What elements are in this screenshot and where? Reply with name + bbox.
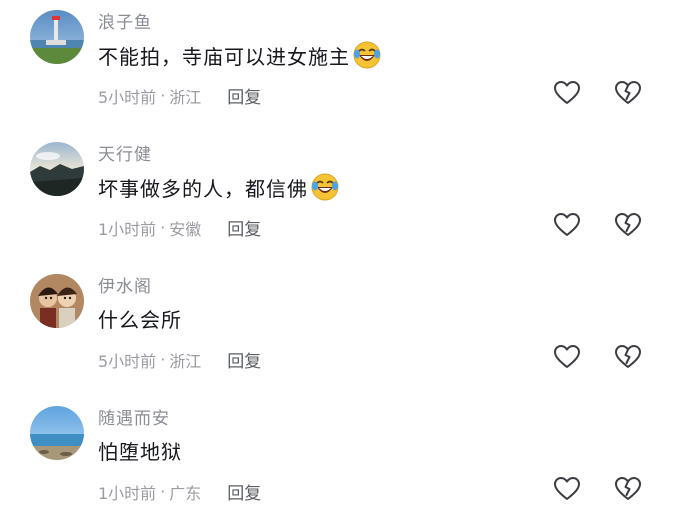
avatar[interactable] — [30, 406, 84, 460]
like-button[interactable] — [552, 474, 582, 504]
comment-text: 不能拍，寺庙可以进女施主 — [98, 44, 350, 69]
avatar-image — [30, 406, 84, 460]
comment-list: 浪子鱼 不能拍，寺庙可以进女施主 5小时前 · 浙江 回复 天行健 坏事做多的人… — [0, 0, 680, 519]
comment-meta: 1小时前 · 安徽 回复 — [98, 215, 261, 240]
timestamp: 1小时前 — [98, 483, 157, 503]
location: 安徽 — [169, 219, 202, 239]
location: 浙江 — [169, 87, 202, 107]
username[interactable]: 浪子鱼 — [98, 8, 152, 33]
avatar[interactable] — [30, 274, 84, 328]
laughing-crying-emoji-icon — [310, 172, 340, 202]
heart-outline-icon — [554, 213, 580, 236]
avatar-image — [30, 10, 84, 64]
comment-text-row: 坏事做多的人，都信佛 — [98, 172, 340, 202]
comment-text: 坏事做多的人，都信佛 — [98, 176, 308, 201]
reply-button[interactable]: 回复 — [227, 347, 261, 372]
avatar[interactable] — [30, 10, 84, 64]
reply-button[interactable]: 回复 — [227, 479, 261, 504]
meta-separator: · — [160, 350, 166, 369]
heart-outline-icon — [554, 345, 580, 368]
dislike-button[interactable] — [613, 210, 643, 240]
like-button[interactable] — [552, 78, 582, 108]
heart-outline-icon — [554, 477, 580, 500]
laughing-crying-emoji-icon — [352, 40, 382, 70]
comment-text: 什么会所 — [98, 308, 182, 332]
timestamp: 5小时前 — [98, 87, 157, 107]
like-button[interactable] — [552, 342, 582, 372]
username[interactable]: 随遇而安 — [98, 404, 170, 429]
broken-heart-outline-icon — [615, 477, 641, 500]
timestamp: 5小时前 — [98, 351, 157, 371]
timestamp: 1小时前 — [98, 219, 157, 239]
meta-separator: · — [160, 218, 166, 237]
reply-button[interactable]: 回复 — [227, 83, 261, 108]
meta-separator: · — [160, 482, 166, 501]
comment-meta: 5小时前 · 浙江 回复 — [98, 347, 261, 372]
username[interactable]: 伊水阁 — [98, 272, 152, 297]
avatar[interactable] — [30, 142, 84, 196]
comment-meta: 1小时前 · 广东 回复 — [98, 479, 261, 504]
comment-text-row: 不能拍，寺庙可以进女施主 — [98, 40, 382, 70]
avatar-image — [30, 274, 84, 328]
avatar-image — [30, 142, 84, 196]
comment-meta: 5小时前 · 浙江 回复 — [98, 83, 261, 108]
username[interactable]: 天行健 — [98, 140, 152, 165]
heart-outline-icon — [554, 81, 580, 104]
broken-heart-outline-icon — [615, 81, 641, 104]
location: 广东 — [169, 483, 202, 503]
dislike-button[interactable] — [613, 342, 643, 372]
location: 浙江 — [169, 351, 202, 371]
comment-text: 怕堕地狱 — [98, 440, 182, 464]
comment-item: 伊水阁 什么会所 5小时前 · 浙江 回复 — [0, 270, 680, 402]
reply-button[interactable]: 回复 — [227, 215, 261, 240]
broken-heart-outline-icon — [615, 213, 641, 236]
comment-item: 天行健 坏事做多的人，都信佛 1小时前 · 安徽 回复 — [0, 138, 680, 270]
dislike-button[interactable] — [613, 474, 643, 504]
comment-item: 随遇而安 怕堕地狱 1小时前 · 广东 回复 — [0, 402, 680, 519]
like-button[interactable] — [552, 210, 582, 240]
meta-separator: · — [160, 86, 166, 105]
comment-text-row: 怕堕地狱 — [98, 436, 182, 465]
broken-heart-outline-icon — [615, 345, 641, 368]
comment-text-row: 什么会所 — [98, 304, 182, 333]
dislike-button[interactable] — [613, 78, 643, 108]
comment-item: 浪子鱼 不能拍，寺庙可以进女施主 5小时前 · 浙江 回复 — [0, 6, 680, 138]
